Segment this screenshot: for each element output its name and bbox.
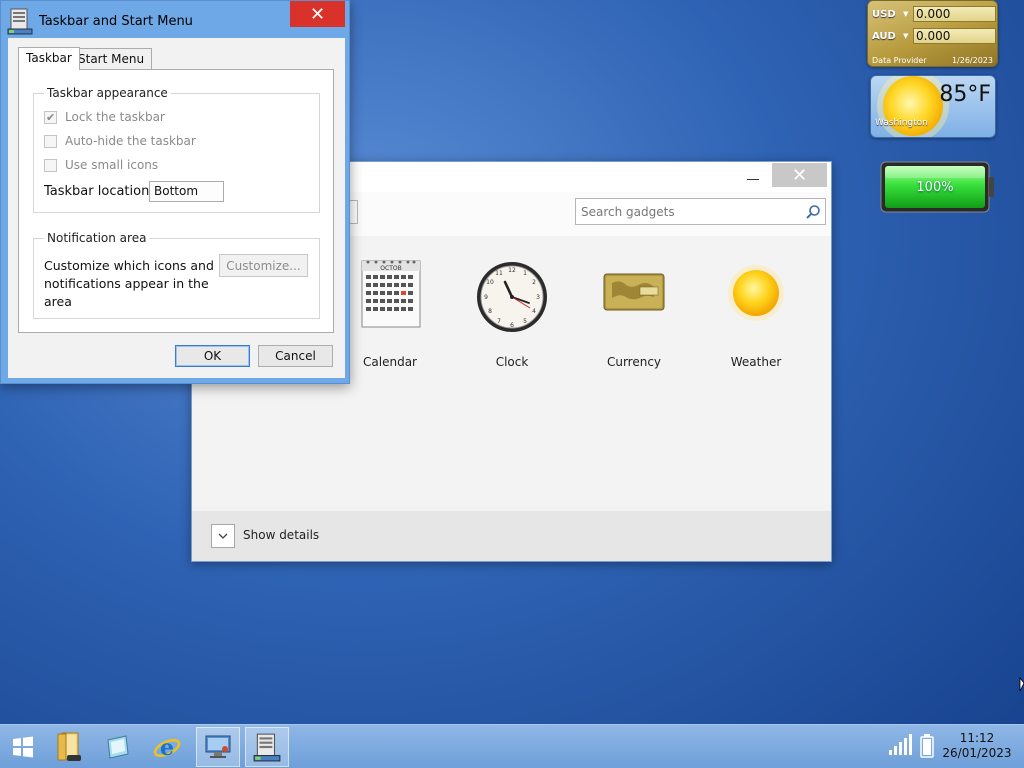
gadget-label: Currency — [606, 355, 662, 369]
small-icons-checkbox[interactable] — [44, 158, 57, 172]
lock-taskbar-label: Lock the taskbar — [65, 110, 165, 124]
search-icon[interactable] — [805, 204, 821, 220]
autohide-checkbox[interactable] — [44, 134, 57, 148]
small-icons-option[interactable]: Use small icons — [44, 158, 158, 172]
chevron-down-icon — [218, 533, 228, 539]
gadget-label: Clock — [495, 355, 529, 369]
battery-tray-icon[interactable] — [920, 734, 934, 758]
currency-date: 1/26/2023 — [951, 56, 993, 65]
svg-text:12: 12 — [508, 267, 516, 274]
control-panel-icon — [205, 735, 231, 758]
taskbar-properties-dialog: Taskbar and Start Menu ✕ Taskbar Start M… — [0, 0, 350, 384]
gadget-label: Calendar — [363, 355, 417, 369]
weather-gadget[interactable]: 85°F Washington — [870, 75, 996, 138]
taskbar-clock[interactable]: 11:12 26/01/2023 — [938, 731, 1016, 761]
svg-text:10: 10 — [486, 279, 494, 286]
currency-value-2[interactable]: 0.000 — [913, 28, 996, 44]
battery-percent: 100% — [916, 180, 954, 195]
weather-icon — [728, 265, 784, 321]
taskbar-properties-icon — [253, 733, 281, 762]
customize-button[interactable]: Customize... — [219, 254, 308, 277]
taskbar-internet-explorer[interactable]: e — [145, 727, 189, 767]
dropdown-arrow-icon[interactable]: ▼ — [903, 10, 908, 18]
gadget-clock[interactable]: 12 1 2 3 4567 8 9 10 11 Clock — [462, 257, 562, 377]
show-details-button[interactable] — [211, 524, 235, 548]
currency-code-1[interactable]: USD — [872, 9, 896, 20]
lock-taskbar-option[interactable]: ✔ Lock the taskbar — [44, 110, 165, 124]
taskbar-appearance-group: Taskbar appearance ✔ Lock the taskbar Au… — [33, 86, 320, 213]
start-icon — [13, 736, 33, 758]
details-bar: Show details — [192, 511, 831, 561]
gadget-calendar[interactable]: OCTOB Calendar — [340, 257, 440, 377]
taskbar-location-label: Taskbar location: — [44, 184, 154, 199]
notification-description: Customize which icons and notifications … — [44, 258, 214, 309]
weather-city: Washington — [875, 118, 928, 128]
tab-start-menu[interactable]: Start Menu — [70, 48, 153, 70]
battery-gadget[interactable]: 100% — [880, 160, 995, 216]
clock-time: 11:12 — [959, 731, 995, 745]
autohide-option[interactable]: Auto-hide the taskbar — [44, 134, 196, 148]
show-details-label[interactable]: Show details — [243, 528, 319, 542]
dialog-close-button[interactable]: ✕ — [290, 1, 345, 27]
svg-text:7: 7 — [497, 318, 501, 325]
autohide-label: Auto-hide the taskbar — [65, 134, 196, 148]
svg-text:8: 8 — [488, 308, 492, 315]
check-icon: ✔ — [46, 110, 56, 124]
gadget-currency[interactable]: Currency — [584, 257, 684, 377]
taskbar-tab-panel: Taskbar appearance ✔ Lock the taskbar Au… — [18, 69, 334, 333]
currency-value-1[interactable]: 0.000 — [913, 6, 996, 22]
svg-text:3: 3 — [536, 294, 540, 301]
notification-area-group: Notification area Customize which icons … — [33, 231, 320, 319]
gadgets-close-button[interactable]: ✕ — [772, 163, 827, 187]
dialog-title: Taskbar and Start Menu — [39, 14, 193, 29]
currency-icon — [603, 273, 665, 311]
minimize-icon — [747, 178, 759, 180]
svg-text:6: 6 — [510, 322, 514, 329]
mouse-cursor-icon — [1019, 677, 1024, 692]
calendar-month: OCTOB — [380, 265, 401, 272]
lock-taskbar-checkbox[interactable]: ✔ — [44, 110, 57, 124]
group-legend: Taskbar appearance — [44, 86, 171, 100]
svg-text:1: 1 — [523, 270, 527, 277]
search-gadgets-box[interactable] — [575, 198, 826, 225]
data-provider-label[interactable]: Data Provider — [872, 56, 927, 65]
svg-text:11: 11 — [495, 270, 503, 277]
svg-text:4: 4 — [532, 308, 536, 315]
taskbar-location-select[interactable]: Bottom — [149, 181, 224, 202]
svg-text:5: 5 — [523, 318, 527, 325]
taskbar-control-panel[interactable] — [196, 727, 240, 767]
small-icons-label: Use small icons — [65, 158, 159, 172]
cancel-button[interactable]: Cancel — [258, 345, 333, 367]
desktop-gadget-icon — [107, 735, 129, 759]
clock-date: 26/01/2023 — [942, 746, 1012, 760]
currency-gadget[interactable]: USD ▼ 0.000 AUD ▼ 0.000 Data Provider 1/… — [867, 0, 998, 67]
gadget-weather[interactable]: Weather — [706, 257, 806, 377]
start-button[interactable] — [1, 727, 45, 767]
svg-text:9: 9 — [484, 294, 488, 301]
weather-temperature: 85°F — [939, 82, 991, 107]
svg-text:e: e — [160, 735, 174, 761]
taskbar-properties-icon — [7, 8, 33, 35]
svg-text:2: 2 — [532, 279, 536, 286]
currency-code-2[interactable]: AUD — [872, 31, 896, 42]
gadget-label: Weather — [730, 355, 782, 369]
dropdown-arrow-icon[interactable]: ▼ — [903, 32, 908, 40]
taskbar-file-explorer[interactable] — [47, 727, 91, 767]
group-legend: Notification area — [44, 231, 150, 245]
taskbar-taskbar-properties[interactable] — [245, 727, 289, 767]
dialog-client: Taskbar Start Menu Taskbar appearance ✔ … — [8, 38, 345, 378]
internet-explorer-icon: e — [153, 735, 181, 761]
taskbar: e 11:12 26/01/2023 — [0, 724, 1024, 768]
ok-button[interactable]: OK — [175, 345, 250, 367]
minimize-button[interactable] — [735, 164, 771, 188]
search-input[interactable] — [581, 204, 796, 219]
network-signal-icon[interactable] — [888, 734, 912, 756]
clock-icon: 12 123 4567 891011 — [477, 262, 547, 332]
file-explorer-icon — [57, 732, 81, 761]
tab-taskbar[interactable]: Taskbar — [18, 47, 80, 70]
calendar-icon: OCTOB — [361, 260, 421, 328]
taskbar-gadgets[interactable] — [95, 727, 139, 767]
